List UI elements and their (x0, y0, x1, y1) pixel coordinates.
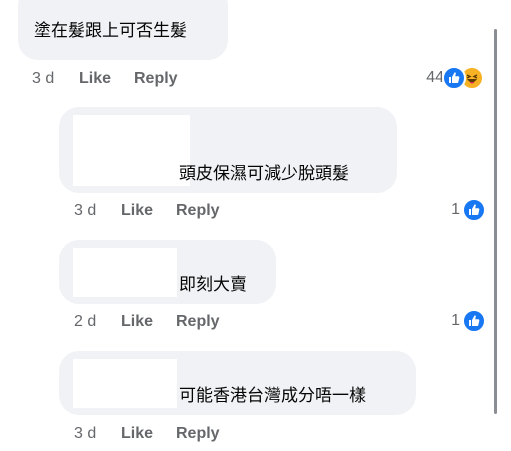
reaction-summary[interactable]: 1 (440, 198, 488, 222)
comment-thread: 塗在髮跟上可否生髮 3 d Like Reply 44 頭皮保濕可減少脫頭髮 3… (0, 0, 511, 451)
redacted-name (73, 359, 177, 408)
reply-text: 即刻大賣 (179, 275, 247, 294)
comment-text: 塗在髮跟上可否生髮 (34, 21, 187, 40)
reply-timestamp[interactable]: 3 d (74, 424, 96, 444)
like-button[interactable]: Like (121, 312, 153, 332)
like-button[interactable]: Like (121, 424, 153, 444)
reply-button[interactable]: Reply (176, 201, 220, 221)
reaction-count: 1 (451, 201, 460, 218)
like-icon (462, 309, 486, 333)
reaction-summary[interactable]: 44 (400, 66, 488, 90)
redacted-name (73, 248, 177, 297)
like-icon (462, 198, 486, 222)
comment-timestamp[interactable]: 3 d (32, 69, 54, 89)
reaction-count: 1 (451, 312, 460, 329)
reply-text: 頭皮保濕可減少脫頭髮 (179, 164, 349, 183)
reply-button[interactable]: Reply (176, 424, 220, 444)
like-button[interactable]: Like (79, 69, 111, 89)
reply-timestamp[interactable]: 3 d (74, 201, 96, 221)
like-icon (442, 66, 466, 90)
reply-text: 可能香港台灣成分唔一樣 (179, 386, 366, 405)
reply-bubble: 可能香港台灣成分唔一樣 (59, 351, 416, 415)
reply-actions: 2 d Like Reply (74, 312, 274, 332)
reply-bubble: 即刻大賣 (59, 240, 276, 304)
redacted-name (73, 115, 190, 186)
reaction-summary[interactable]: 1 (440, 309, 488, 333)
scrollbar[interactable] (494, 29, 497, 414)
reply-button[interactable]: Reply (176, 312, 220, 332)
reply-button[interactable]: Reply (134, 69, 178, 89)
reply-timestamp[interactable]: 2 d (74, 312, 96, 332)
reply-bubble: 頭皮保濕可減少脫頭髮 (59, 107, 397, 193)
like-button[interactable]: Like (121, 201, 153, 221)
comment-actions: 3 d Like Reply (32, 69, 232, 89)
reply-actions: 3 d Like Reply (74, 424, 274, 444)
comment-bubble: 塗在髮跟上可否生髮 (18, 0, 228, 60)
reply-actions: 3 d Like Reply (74, 201, 274, 221)
